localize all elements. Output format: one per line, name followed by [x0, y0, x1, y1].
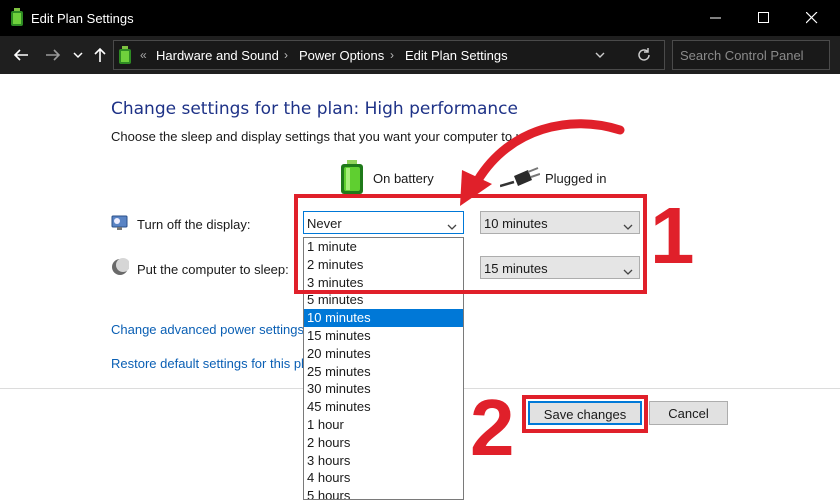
dropdown-option[interactable]: 2 hours — [304, 434, 463, 452]
put-computer-to-sleep-label: Put the computer to sleep: — [137, 262, 289, 277]
breadcrumb-separator-icon[interactable]: › — [390, 48, 394, 62]
navigation-bar: « Hardware and Sound › Power Options › E… — [0, 36, 840, 74]
title-bar: Edit Plan Settings — [0, 0, 840, 36]
control-panel-icon — [118, 46, 132, 64]
cancel-button[interactable]: Cancel — [649, 401, 728, 425]
refresh-icon[interactable] — [636, 47, 652, 66]
sleep-moon-icon — [111, 258, 130, 276]
battery-icon — [340, 160, 364, 197]
dropdown-option[interactable]: 25 minutes — [304, 363, 463, 381]
overflow-chevron-icon[interactable]: « — [140, 48, 147, 62]
power-options-icon — [10, 8, 24, 26]
search-placeholder: Search Control Panel — [680, 48, 804, 63]
dropdown-option[interactable]: 30 minutes — [304, 380, 463, 398]
step-1-number: 1 — [650, 191, 695, 280]
minimize-button[interactable] — [691, 0, 741, 36]
breadcrumb-power-options[interactable]: Power Options — [299, 48, 384, 63]
address-dropdown-icon[interactable] — [594, 49, 606, 64]
dropdown-option-highlighted[interactable]: 10 minutes — [304, 309, 463, 327]
step-2-number: 2 — [470, 383, 515, 472]
restore-default-settings-link[interactable]: Restore default settings for this pla — [111, 356, 311, 371]
dropdown-option[interactable]: 4 hours — [304, 469, 463, 487]
up-arrow-icon[interactable] — [92, 46, 112, 64]
recent-locations-chevron-icon[interactable] — [72, 46, 92, 64]
dropdown-option[interactable]: 5 minutes — [304, 291, 463, 309]
breadcrumb-separator-icon[interactable]: › — [284, 48, 288, 62]
breadcrumb-hardware-and-sound[interactable]: Hardware and Sound — [156, 48, 279, 63]
turn-off-display-label: Turn off the display: — [137, 217, 251, 232]
dropdown-option[interactable]: 1 hour — [304, 416, 463, 434]
highlight-box-step-2 — [522, 395, 648, 433]
dropdown-option[interactable]: 45 minutes — [304, 398, 463, 416]
search-control-panel-input[interactable]: Search Control Panel — [672, 40, 830, 70]
dropdown-option[interactable]: 20 minutes — [304, 345, 463, 363]
dropdown-option[interactable]: 5 hours — [304, 487, 463, 499]
on-battery-header: On battery — [373, 171, 434, 186]
address-bar[interactable]: « Hardware and Sound › Power Options › E… — [113, 40, 665, 70]
maximize-button[interactable] — [739, 0, 789, 36]
page-title: Change settings for the plan: High perfo… — [111, 99, 518, 119]
dropdown-option[interactable]: 15 minutes — [304, 327, 463, 345]
close-button[interactable] — [787, 0, 837, 36]
dropdown-option[interactable]: 3 hours — [304, 452, 463, 470]
display-monitor-icon — [111, 214, 129, 232]
change-advanced-power-settings-link[interactable]: Change advanced power settings — [111, 322, 304, 337]
forward-arrow-icon[interactable] — [44, 46, 64, 64]
breadcrumb-edit-plan-settings[interactable]: Edit Plan Settings — [405, 48, 508, 63]
back-arrow-icon[interactable] — [12, 46, 32, 64]
highlight-box-step-1 — [294, 194, 647, 294]
window-title: Edit Plan Settings — [31, 11, 134, 26]
